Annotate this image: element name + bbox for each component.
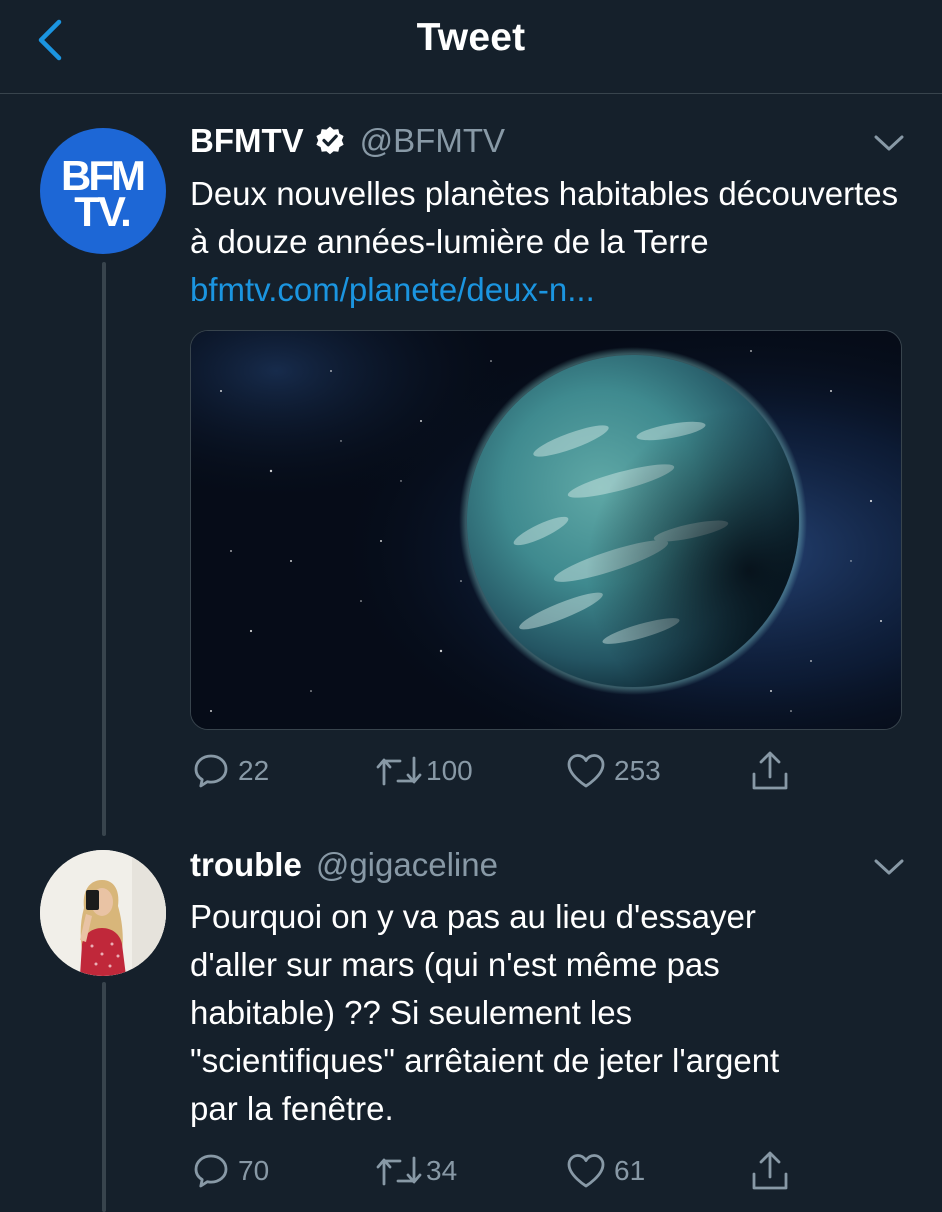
tweet-author-row: BFMTV @BFMTV [190,122,505,160]
retweet-button[interactable]: 34 [376,1152,457,1190]
retweet-count: 100 [426,755,473,786]
verified-badge-icon [314,125,346,157]
tweet-text: Pourquoi on y va pas au lieu d'essayer d… [190,893,910,1133]
like-button[interactable]: 253 [566,752,661,790]
share-icon [752,1151,788,1190]
tweet-text-line: par la fenêtre. [190,1090,394,1127]
thread-connector-line [102,262,106,836]
svg-text:TV.: TV. [74,188,129,235]
reply-icon [194,754,228,788]
tweet-media-image[interactable] [190,330,902,730]
top-nav-bar: Tweet [0,0,942,94]
retweet-count: 34 [426,1155,458,1186]
retweet-icon [376,1156,422,1186]
reply-button[interactable]: 70 [192,1152,269,1190]
avatar-gigaceline[interactable] [40,850,166,976]
tweet-body: Deux nouvelles planètes habitables décou… [190,175,899,260]
thread-connector-line [102,982,106,1212]
tweet-actions: 22 100 253 [190,750,810,792]
chevron-down-icon[interactable] [872,856,906,878]
heart-icon [567,1154,605,1188]
chevron-down-icon[interactable] [872,132,906,154]
author-handle[interactable]: @gigaceline [316,846,498,884]
like-count: 253 [614,755,661,786]
tweet-text-line: Pourquoi on y va pas au lieu d'essayer [190,898,756,935]
tweet-text-line: habitable) ?? Si seulement les [190,994,633,1031]
share-button[interactable] [750,750,790,792]
author-display-name[interactable]: trouble [190,846,302,884]
tweet-author-row: trouble @gigaceline [190,846,498,884]
reply-count: 70 [238,1155,270,1186]
like-button[interactable]: 61 [566,1152,645,1190]
author-display-name[interactable]: BFMTV [190,122,304,160]
profile-photo [40,850,166,976]
exoplanet-image [191,331,901,729]
tweet-text-line: d'aller sur mars (qui n'est même pas [190,946,720,983]
reply-button[interactable]: 22 [192,752,269,790]
retweet-icon [376,756,422,786]
tweet-text-line: "scientifiques" arrêtaient de jeter l'ar… [190,1042,780,1079]
retweet-button[interactable]: 100 [376,752,473,790]
bfmtv-logo: BFM TV. [61,152,147,235]
tweet-actions: 70 34 61 [190,1150,810,1192]
heart-icon [567,754,605,788]
tweet-text: Deux nouvelles planètes habitables décou… [190,170,910,314]
page-title: Tweet [416,16,526,59]
avatar-bfmtv[interactable]: BFM TV. [40,128,166,254]
share-button[interactable] [750,1150,790,1192]
like-count: 61 [614,1155,646,1186]
author-handle[interactable]: @BFMTV [360,122,505,160]
reply-count: 22 [238,755,270,786]
tweet-link[interactable]: bfmtv.com/planete/deux-n... [190,271,595,308]
reply-icon [194,1154,228,1188]
share-icon [752,751,788,790]
